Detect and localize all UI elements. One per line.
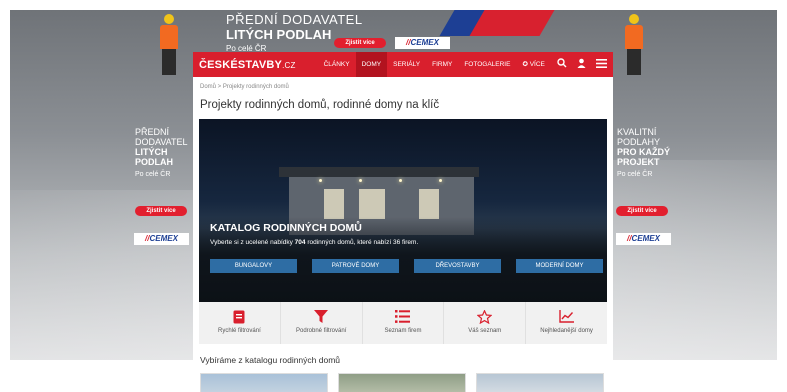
patrove-domy-button[interactable]: PATROVÉ DOMY	[312, 259, 399, 273]
ad-right-line: PODLAHY	[617, 137, 661, 147]
ad-stripe-red	[469, 10, 555, 36]
nav-item-firmy[interactable]: FIRMY	[426, 52, 458, 77]
site-content: ČESKÉSTAVBY.CZ ČLÁNKY DOMY SERIÁLY FIRMY…	[193, 52, 613, 392]
site-logo[interactable]: ČESKÉSTAVBY.CZ	[199, 59, 296, 71]
quick-link-label: Seznam firem	[384, 328, 422, 334]
ad-left-small: Po celé ČR	[135, 171, 171, 178]
trend-chart-icon	[526, 309, 607, 324]
ad-left-line: DODAVATEL	[135, 137, 188, 147]
filter-icon	[281, 309, 362, 324]
house-thumbnail[interactable]	[338, 373, 466, 392]
ad-left-line: PODLAH	[135, 157, 173, 167]
ad-left-line: PŘEDNÍ	[135, 127, 170, 137]
quick-link-label: Podrobné filtrování	[296, 328, 347, 334]
quick-link-label: Váš seznam	[468, 328, 502, 334]
nav-item-domy[interactable]: DOMY	[355, 52, 388, 77]
quick-link-nejhledanejsi-domy[interactable]: Nejhledanější domy	[526, 302, 607, 344]
quick-link-seznam-firem[interactable]: Seznam firem	[363, 302, 445, 344]
main-nav: ČESKÉSTAVBY.CZ ČLÁNKY DOMY SERIÁLY FIRMY…	[193, 52, 613, 77]
star-icon	[444, 309, 525, 324]
drevostavby-button[interactable]: DŘEVOSTAVBY	[414, 259, 501, 273]
nav-item-vice[interactable]: ✪ VÍCE	[516, 52, 550, 77]
breadcrumb[interactable]: Domů > Projekty rodinných domů	[193, 77, 613, 90]
quick-links-bar: Rychlé filtrování Podrobné filtrování Se…	[199, 302, 607, 344]
quick-link-podrobne-filtrovani[interactable]: Podrobné filtrování	[281, 302, 363, 344]
moderni-domy-button[interactable]: MODERNÍ DOMY	[516, 259, 603, 273]
quick-link-label: Nejhledanější domy	[540, 328, 593, 334]
ad-right-small: Po celé ČR	[617, 171, 653, 178]
ad-left-text: PŘEDNÍ DODAVATEL LITÝCH PODLAH Po celé Č…	[135, 127, 188, 180]
ad-worker-left-image	[160, 14, 178, 76]
menu-icon[interactable]	[596, 58, 607, 71]
quick-link-rychle-filtrovani[interactable]: Rychlé filtrování	[199, 302, 281, 344]
ad-right-cemex-logo: //CEMEX	[616, 233, 671, 245]
ad-right-line: PROJEKT	[617, 157, 660, 167]
list-icon	[363, 309, 444, 324]
ad-right-text: KVALITNÍ PODLAHY PRO KAŽDÝ PROJEKT Po ce…	[617, 127, 670, 180]
ad-worker-right-image	[625, 14, 643, 76]
nav-item-fotogalerie[interactable]: FOTOGALERIE	[458, 52, 516, 77]
ad-right-line: PRO KAŽDÝ	[617, 147, 671, 157]
hero-title: KATALOG RODINNÝCH DOMŮ	[210, 222, 362, 234]
house-thumbnail[interactable]	[476, 373, 604, 392]
page-title: Projekty rodinných domů, rodinné domy na…	[200, 99, 440, 111]
ad-right-line: KVALITNÍ	[617, 127, 657, 137]
user-icon[interactable]	[577, 58, 586, 71]
ad-left-line: LITÝCH	[135, 147, 168, 157]
hero-banner: KATALOG RODINNÝCH DOMŮ Vyberte si z ucel…	[199, 119, 607, 302]
bungalovy-button[interactable]: BUNGALOVY	[210, 259, 297, 273]
book-icon	[199, 309, 280, 324]
section-title: Vybíráme z katalogu rodinných domů	[200, 355, 341, 365]
ad-top-cta-button[interactable]: Zjistit více	[334, 38, 386, 48]
nav-item-serialy[interactable]: SERIÁLY	[387, 52, 426, 77]
quick-link-label: Rychlé filtrování	[218, 328, 261, 334]
ad-left-cta-button[interactable]: Zjistit více	[135, 206, 187, 216]
hero-subtitle: Vyberte si z ucelené nabídky 704 rodinný…	[210, 239, 419, 246]
ad-top-cemex-logo: //CEMEX	[395, 37, 450, 49]
ad-floor-right	[587, 160, 777, 360]
hero-category-buttons: BUNGALOVY PATROVÉ DOMY DŘEVOSTAVBY MODER…	[210, 259, 603, 273]
ad-left-cemex-logo: //CEMEX	[134, 233, 189, 245]
search-icon[interactable]	[557, 58, 567, 71]
ad-right-cta-button[interactable]: Zjistit více	[616, 206, 668, 216]
ad-top-line1: PŘEDNÍ DODAVATEL	[226, 12, 363, 27]
nav-item-clanky[interactable]: ČLÁNKY	[318, 52, 356, 77]
quick-link-vas-seznam[interactable]: Váš seznam	[444, 302, 527, 344]
house-thumbnails	[193, 365, 613, 392]
house-thumbnail[interactable]	[200, 373, 328, 392]
